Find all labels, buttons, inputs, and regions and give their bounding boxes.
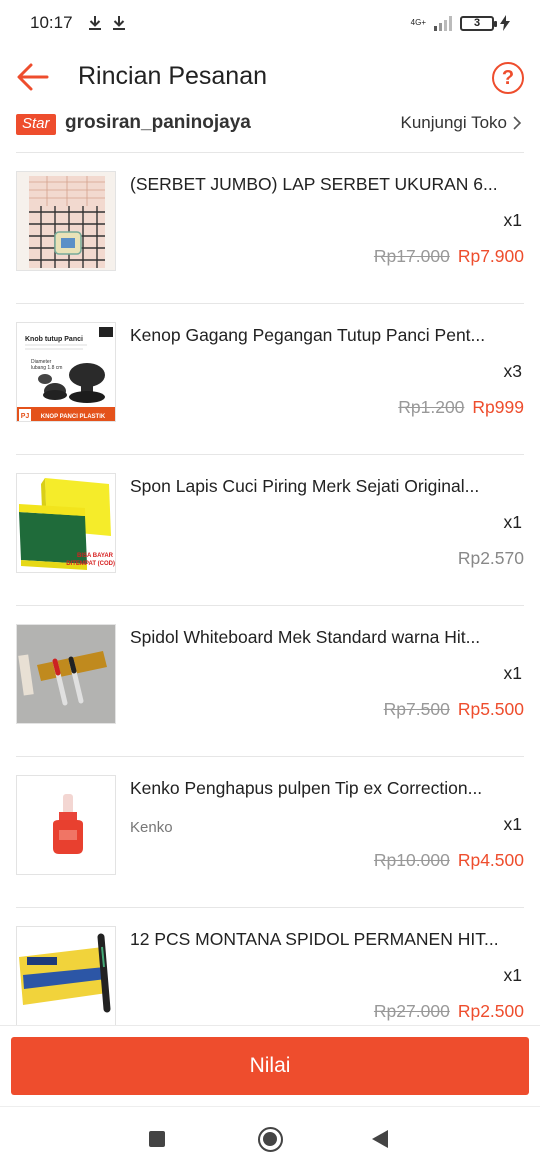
shop-row: Star grosiran_paninojaya Kunjungi Toko — [0, 108, 540, 152]
discounted-price: Rp5.500 — [457, 699, 524, 719]
battery-level: 3 — [473, 17, 481, 29]
product-price: Rp27.000 Rp2.500 — [374, 1001, 524, 1022]
product-item[interactable]: Knob tutup Panci Diameter lubang 1.8 cm … — [0, 304, 540, 455]
image-text-logo: PJ — [21, 413, 30, 420]
product-image-whiteboard-marker — [16, 624, 116, 724]
product-price: Rp17.000 Rp7.900 — [374, 246, 524, 267]
battery-icon: 3 — [460, 15, 497, 31]
product-image-serbet — [16, 171, 116, 271]
product-name: 12 PCS MONTANA SPIDOL PERMANEN HIT... — [130, 929, 499, 949]
download-icon — [88, 16, 101, 30]
product-item[interactable]: Kenko Penghapus pulpen Tip ex Correction… — [0, 757, 540, 908]
image-text-note-1: BISA BAYAR — [77, 553, 114, 559]
product-quantity: x1 — [503, 210, 522, 230]
product-name: Spidol Whiteboard Mek Standard warna Hit… — [130, 627, 481, 647]
product-price: Rp1.200 Rp999 — [398, 397, 524, 418]
status-time: 10:17 — [30, 13, 73, 32]
visit-shop-link[interactable]: Kunjungi Toko — [401, 113, 523, 133]
app-header: Rincian Pesanan ? — [0, 46, 540, 108]
download-icon — [112, 16, 125, 30]
arrow-left-icon[interactable] — [16, 60, 50, 94]
signal-icon — [434, 16, 452, 31]
product-image-correction-pen — [16, 775, 116, 875]
question-circle-icon[interactable]: ? — [492, 62, 524, 94]
product-item[interactable]: BISA BAYAR DITEMPAT (COD) Spon Lapis Cuc… — [0, 455, 540, 606]
visit-shop-label: Kunjungi Toko — [400, 113, 508, 132]
product-name: Kenko Penghapus pulpen Tip ex Correction… — [130, 778, 483, 798]
product-name: Spon Lapis Cuci Piring Merk Sejati Origi… — [130, 476, 480, 496]
product-price: Rp10.000 Rp4.500 — [374, 850, 524, 871]
image-text-title: Knob tutup Panci — [25, 336, 83, 343]
product-quantity: x1 — [503, 663, 522, 683]
status-bar: 10:17 4G+ 3 — [0, 0, 540, 46]
product-variant: Kenko — [130, 819, 173, 836]
discounted-price: Rp2.500 — [457, 1001, 524, 1021]
bottom-action-bar: Nilai — [0, 1025, 540, 1105]
back-triangle-icon[interactable] — [372, 1130, 388, 1148]
product-quantity: x1 — [503, 814, 522, 834]
network-label: 4G+ — [410, 18, 426, 27]
original-price: Rp27.000 — [373, 1001, 450, 1021]
discounted-price: Rp999 — [472, 397, 524, 417]
product-price: Rp7.500 Rp5.500 — [384, 699, 524, 720]
image-text-diameter-value: lubang 1.8 cm — [31, 365, 62, 371]
product-quantity: x1 — [503, 965, 522, 985]
recent-apps-icon[interactable] — [149, 1131, 165, 1147]
original-price: Rp10.000 — [373, 850, 450, 870]
original-price: Rp7.500 — [383, 699, 450, 719]
help-symbol: ? — [501, 66, 515, 89]
discounted-price: Rp4.500 — [457, 850, 524, 870]
product-name: Kenop Gagang Pegangan Tutup Panci Pent..… — [130, 325, 486, 345]
product-list: (SERBET JUMBO) LAP SERBET UKURAN 6... x1… — [0, 153, 540, 1025]
product-image-sponge: BISA BAYAR DITEMPAT (COD) — [16, 473, 116, 573]
product-item[interactable]: Spidol Whiteboard Mek Standard warna Hit… — [0, 606, 540, 757]
product-item[interactable]: (SERBET JUMBO) LAP SERBET UKURAN 6... x1… — [0, 153, 540, 304]
chevron-right-icon — [513, 116, 522, 130]
price: Rp2.570 — [457, 548, 524, 568]
product-item[interactable]: 12 PCS MONTANA SPIDOL PERMANEN HIT... x1… — [0, 908, 540, 1025]
page-title: Rincian Pesanan — [78, 62, 268, 90]
original-price: Rp1.200 — [398, 397, 465, 417]
image-text-note-2: DITEMPAT (COD) — [66, 561, 115, 567]
product-quantity: x1 — [503, 512, 522, 532]
star-seller-badge: Star — [16, 114, 56, 135]
rate-button[interactable]: Nilai — [11, 1037, 529, 1095]
product-name: (SERBET JUMBO) LAP SERBET UKURAN 6... — [130, 174, 498, 194]
system-nav-bar — [0, 1106, 540, 1170]
home-icon[interactable] — [258, 1127, 283, 1152]
shop-name[interactable]: grosiran_paninojaya — [65, 112, 251, 134]
discounted-price: Rp7.900 — [457, 246, 524, 266]
product-quantity: x3 — [503, 361, 522, 381]
product-image-knob: Knob tutup Panci Diameter lubang 1.8 cm … — [16, 322, 116, 422]
product-image-permanent-marker — [16, 926, 116, 1025]
original-price: Rp17.000 — [373, 246, 450, 266]
charging-icon — [500, 15, 510, 31]
product-price: Rp2.570 — [458, 548, 524, 569]
image-text-banner: KNOP PANCI PLASTIK — [41, 414, 106, 420]
